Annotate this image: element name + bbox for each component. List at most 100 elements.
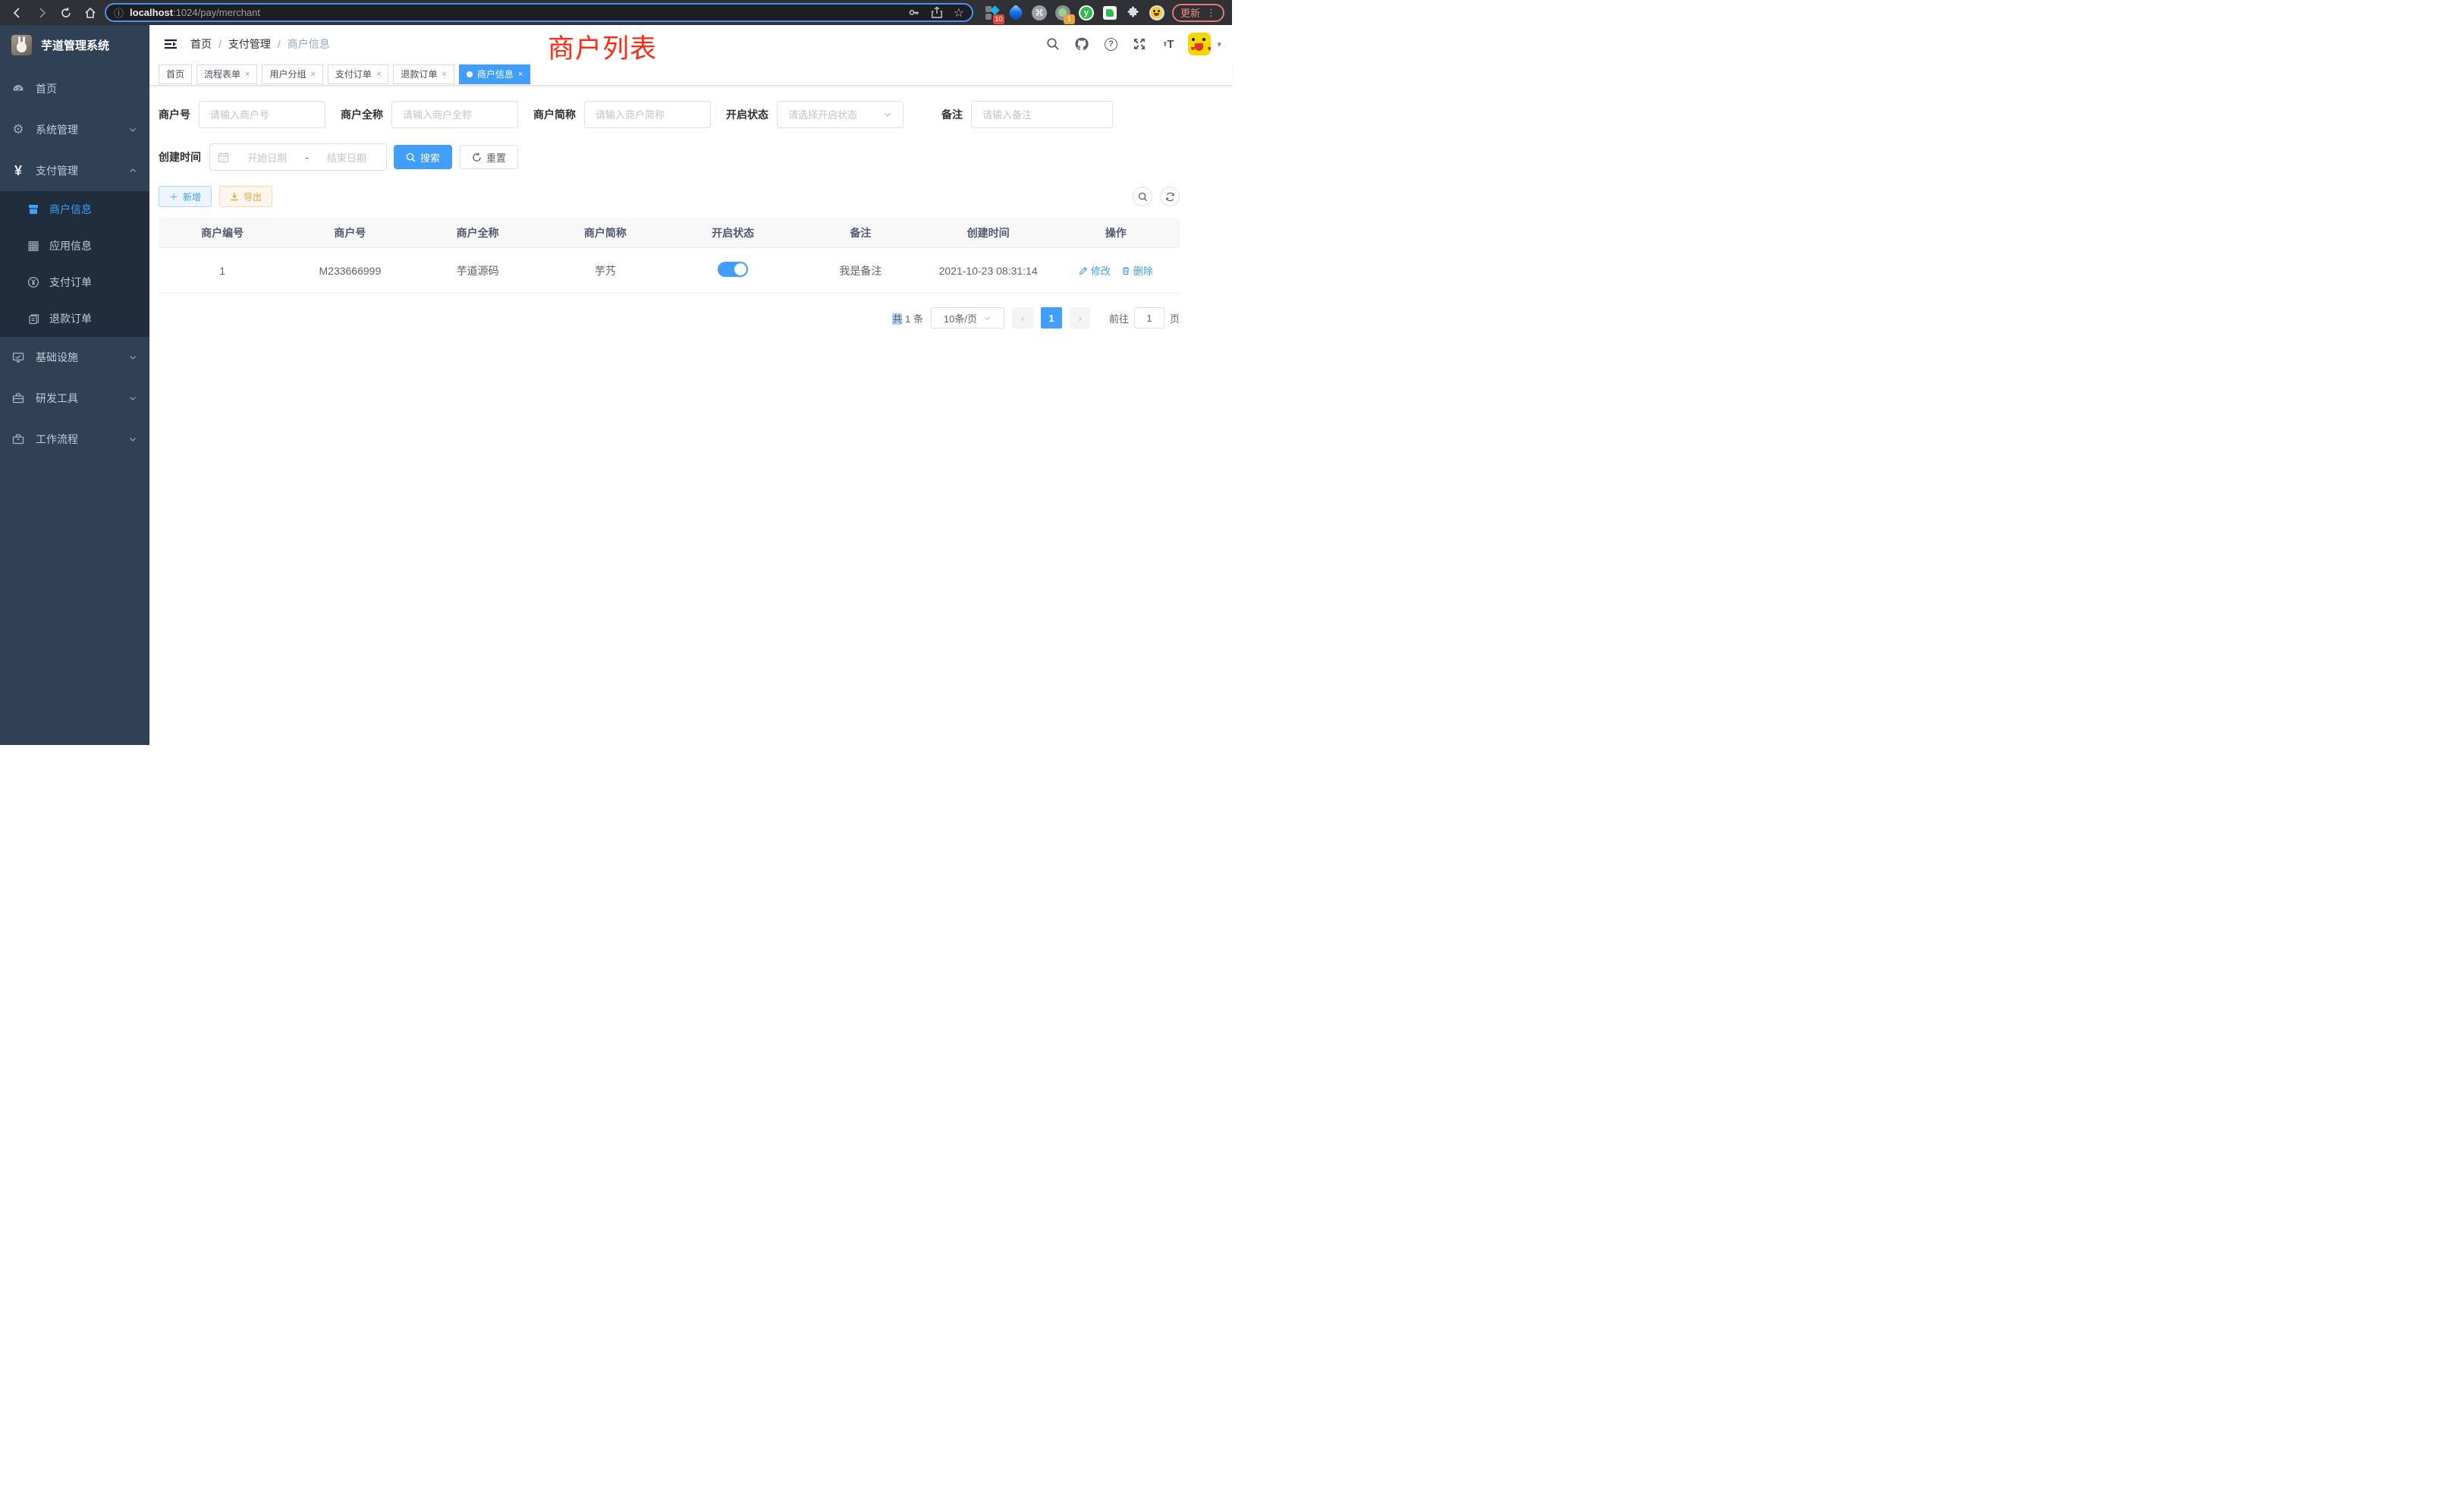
merchant-no-field xyxy=(199,101,325,128)
sidebar-item-refund-order[interactable]: 退款订单 xyxy=(0,300,149,337)
dashboard-icon xyxy=(12,83,24,95)
close-icon[interactable]: × xyxy=(518,70,523,79)
toolbox-icon xyxy=(12,392,24,404)
remark-input[interactable] xyxy=(982,109,1102,121)
page-size-select[interactable]: 10条/页 xyxy=(931,307,1004,328)
sidebar-item-pay-order[interactable]: 支付订单 xyxy=(0,264,149,300)
breadcrumb-pay[interactable]: 支付管理 xyxy=(228,36,271,52)
tab-process-form[interactable]: 流程表单× xyxy=(196,64,257,84)
sidebar-logo-row[interactable]: 芋道管理系统 xyxy=(0,25,149,65)
url-text: localhost:1024/pay/merchant xyxy=(130,7,897,18)
reset-button[interactable]: 重置 xyxy=(460,145,518,169)
close-icon[interactable]: × xyxy=(310,70,315,79)
browser-update-button[interactable]: 更新 ⋮ xyxy=(1172,4,1224,22)
sidebar-item-home[interactable]: 首页 xyxy=(0,68,149,109)
create-time-label: 创建时间 xyxy=(159,149,201,165)
password-key-icon[interactable] xyxy=(907,6,920,19)
end-date-placeholder[interactable]: 结束日期 xyxy=(315,150,379,165)
site-info-icon[interactable]: ⓘ xyxy=(114,5,124,20)
sidebar-item-merchant-info[interactable]: 商户信息 xyxy=(0,191,149,228)
font-size-icon[interactable]: тT xyxy=(1159,35,1177,53)
next-page-button[interactable]: › xyxy=(1070,307,1091,328)
status-select-input[interactable] xyxy=(788,109,880,121)
help-icon[interactable]: ? xyxy=(1102,35,1120,53)
edit-link[interactable]: 修改 xyxy=(1079,263,1111,278)
export-button[interactable]: 导出 xyxy=(219,186,272,207)
sidebar-item-system[interactable]: ⚙ 系统管理 xyxy=(0,109,149,150)
add-button[interactable]: ＋ 新增 xyxy=(159,186,212,207)
extension-gem-icon[interactable] xyxy=(1007,5,1024,21)
start-date-placeholder[interactable]: 开始日期 xyxy=(235,150,299,165)
breadcrumb-home[interactable]: 首页 xyxy=(190,36,212,52)
full-name-field xyxy=(391,101,518,128)
extensions-area: 10 ⌘ 1 y 更新 ⋮ xyxy=(984,4,1224,22)
chevron-up-icon xyxy=(128,166,137,175)
extension-recorder-icon[interactable]: 1 xyxy=(1054,5,1071,21)
chevron-down-icon xyxy=(128,394,137,403)
sidebar-item-app-info[interactable]: ▦ 应用信息 xyxy=(0,228,149,264)
grid-icon: ▦ xyxy=(27,240,39,252)
fullscreen-icon[interactable] xyxy=(1130,35,1149,53)
tab-refund-order[interactable]: 退款订单× xyxy=(393,64,454,84)
browser-forward-button[interactable] xyxy=(32,3,52,23)
tab-merchant-info[interactable]: 商户信息× xyxy=(459,64,530,84)
sidebar-collapse-icon[interactable] xyxy=(157,30,184,58)
close-icon[interactable]: × xyxy=(245,70,250,79)
delete-link[interactable]: 删除 xyxy=(1121,263,1153,278)
yen-icon: ¥ xyxy=(12,165,24,177)
extensions-puzzle-icon[interactable] xyxy=(1125,5,1142,21)
bookmark-star-icon[interactable]: ☆ xyxy=(954,5,964,20)
status-label: 开启状态 xyxy=(726,107,768,122)
extension-yuque-icon[interactable]: y xyxy=(1078,5,1095,21)
browser-reload-button[interactable] xyxy=(56,3,76,23)
plus-icon: ＋ xyxy=(169,190,178,203)
sidebar-item-dev-tools[interactable]: 研发工具 xyxy=(0,378,149,419)
search-button[interactable]: 搜索 xyxy=(394,145,452,169)
profile-avatar-icon[interactable] xyxy=(1149,5,1165,21)
red-annotation-text: 商户列表 xyxy=(548,27,657,66)
extension-badge: 10 xyxy=(993,14,1004,24)
browser-home-button[interactable] xyxy=(80,3,100,23)
create-time-range-picker[interactable]: 开始日期 - 结束日期 xyxy=(209,143,387,171)
status-select[interactable] xyxy=(777,101,904,128)
tab-home[interactable]: 首页 xyxy=(159,64,192,84)
sidebar-item-workflow[interactable]: 工作流程 xyxy=(0,419,149,460)
page-1-button[interactable]: 1 xyxy=(1041,307,1062,328)
sidebar-item-infra[interactable]: 基础设施 xyxy=(0,337,149,378)
breadcrumb: 首页 / 支付管理 / 商户信息 xyxy=(190,36,330,52)
avatar-caret-icon[interactable]: ▾ xyxy=(1217,39,1221,49)
search-icon[interactable] xyxy=(1044,35,1062,53)
extension-blocker-icon[interactable]: 10 xyxy=(984,5,1001,21)
cell-actions: 修改 删除 xyxy=(1052,263,1180,278)
browser-menu-icon[interactable]: ⋮ xyxy=(1206,7,1216,19)
goto-label: 前往 xyxy=(1109,311,1129,325)
short-name-input[interactable] xyxy=(596,109,699,121)
goto-page-input[interactable] xyxy=(1134,307,1164,328)
address-bar[interactable]: ⓘ localhost:1024/pay/merchant ☆ xyxy=(105,3,973,22)
status-toggle[interactable] xyxy=(718,262,748,277)
close-icon[interactable]: × xyxy=(376,70,381,79)
github-icon[interactable] xyxy=(1073,35,1091,53)
extension-notes-icon[interactable] xyxy=(1102,5,1118,21)
cell-merchant-no: M233666999 xyxy=(286,265,413,277)
sidebar-item-pay[interactable]: ¥ 支付管理 xyxy=(0,150,149,191)
full-name-input[interactable] xyxy=(403,109,507,121)
toggle-search-icon[interactable] xyxy=(1133,187,1152,206)
cell-create-time: 2021-10-23 08:31:14 xyxy=(925,265,1052,277)
prev-page-button[interactable]: ‹ xyxy=(1012,307,1033,328)
user-avatar[interactable] xyxy=(1188,33,1211,55)
share-icon[interactable] xyxy=(931,6,943,19)
browser-toolbar: ⓘ localhost:1024/pay/merchant ☆ 10 ⌘ 1 y… xyxy=(0,0,1232,25)
close-icon[interactable]: × xyxy=(442,70,446,79)
browser-back-button[interactable] xyxy=(8,3,27,23)
merchant-no-input[interactable] xyxy=(210,109,314,121)
cell-remark: 我是备注 xyxy=(797,263,924,278)
refresh-icon[interactable] xyxy=(1160,187,1180,206)
active-dot xyxy=(467,71,473,77)
extension-command-icon[interactable]: ⌘ xyxy=(1031,5,1048,21)
app-title: 芋道管理系统 xyxy=(41,37,109,53)
tab-user-group[interactable]: 用户分组× xyxy=(262,64,322,84)
table-row: 1 M233666999 芋道源码 芋艿 我是备注 2021-10-23 08:… xyxy=(159,248,1180,294)
tab-pay-order[interactable]: 支付订单× xyxy=(328,64,388,84)
extension-badge: 1 xyxy=(1064,14,1075,24)
